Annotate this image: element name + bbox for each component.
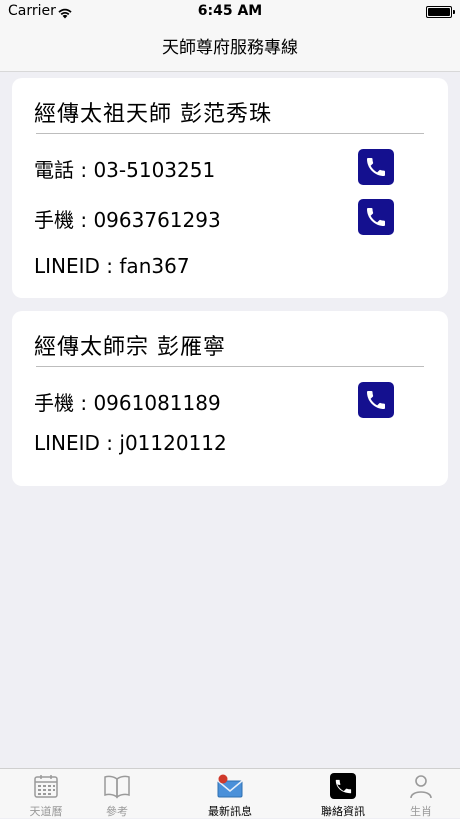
page-title: 天師尊府服務專線 (162, 38, 298, 58)
tab-bar: 天道曆 參考 最新訊息 聯絡資訊 生肖 (0, 768, 460, 818)
phone-number-text: 電話 : 03-5103251 (34, 158, 216, 182)
call-button[interactable] (358, 149, 394, 185)
tab-zodiac[interactable]: 生肖 (375, 769, 460, 819)
nav-bar: 天師尊府服務專線 (0, 24, 460, 72)
book-icon (71, 772, 163, 800)
tab-news[interactable]: 最新訊息 (184, 769, 276, 819)
mobile-number-text: 手機 : 0963761293 (34, 208, 221, 232)
lineid-text: LINEID : fan367 (34, 254, 190, 278)
call-button[interactable] (358, 382, 394, 418)
tab-reference[interactable]: 參考 (71, 769, 163, 819)
phone-icon (367, 208, 385, 226)
contact-title: 經傳太師宗 彭雁寧 (34, 335, 226, 360)
call-button[interactable] (358, 199, 394, 235)
phone-icon (367, 391, 385, 409)
tab-label: 生肖 (410, 805, 432, 818)
mobile-number-text: 手機 : 0961081189 (34, 391, 221, 415)
mail-icon (184, 772, 276, 800)
divider (36, 133, 424, 134)
status-time: 6:45 AM (197, 3, 263, 19)
divider (36, 366, 424, 367)
phone-icon (367, 158, 385, 176)
contact-title: 經傳太祖天師 彭范秀珠 (34, 102, 272, 127)
lineid-text: LINEID : j01120112 (34, 431, 227, 455)
status-bar: Carrier 6:45 AM (0, 0, 460, 24)
battery-icon (426, 6, 455, 18)
tab-label: 最新訊息 (208, 805, 252, 818)
contact-card: 經傳太祖天師 彭范秀珠 電話 : 03-5103251 手機 : 0963761… (12, 78, 448, 298)
tab-label: 參考 (106, 805, 128, 818)
contact-card: 經傳太師宗 彭雁寧 手機 : 0961081189 LINEID : j0112… (12, 311, 448, 486)
person-icon (375, 772, 460, 800)
